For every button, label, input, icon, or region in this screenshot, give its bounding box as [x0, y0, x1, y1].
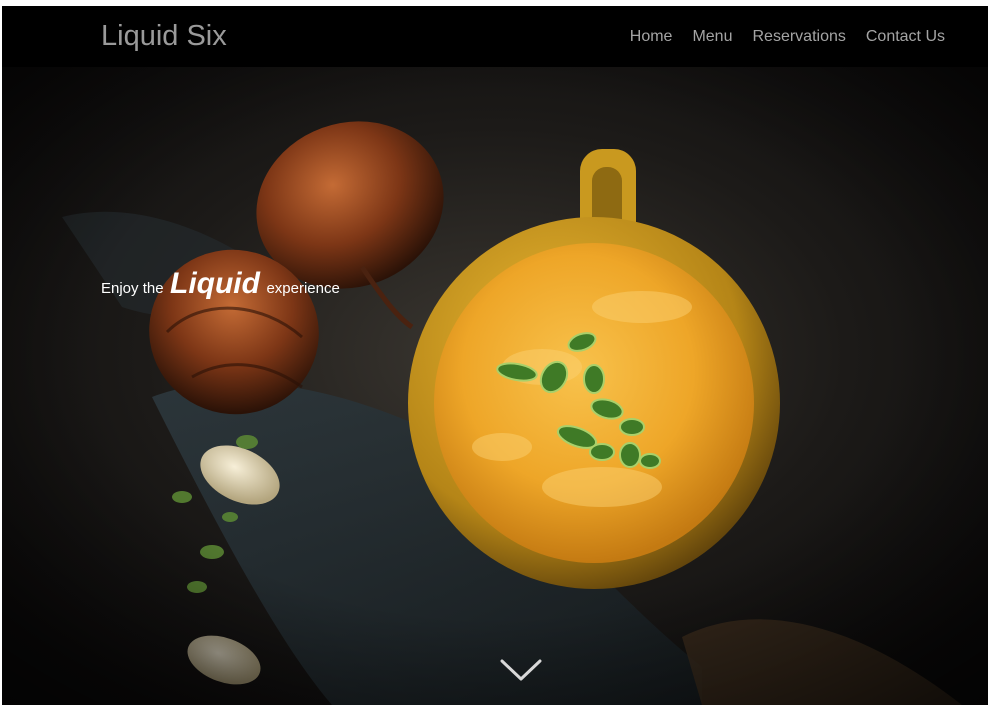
tagline-prefix: Enjoy the: [101, 280, 164, 297]
hero-tagline: Enjoy the Liquid experience: [101, 267, 340, 301]
top-navbar: Liquid Six Home Menu Reservations Contac…: [2, 6, 988, 67]
brand-logo-link[interactable]: Liquid Six: [101, 19, 227, 53]
hero-section: Enjoy the Liquid experience: [2, 67, 988, 705]
chevron-down-icon[interactable]: [499, 657, 543, 683]
hero-background-image: [2, 67, 988, 705]
tagline-emphasis: Liquid: [170, 267, 260, 300]
nav-links: Home Menu Reservations Contact Us: [630, 27, 945, 47]
tagline-suffix: experience: [266, 280, 340, 297]
nav-link-home[interactable]: Home: [630, 27, 673, 47]
nav-link-contact-us[interactable]: Contact Us: [866, 27, 945, 47]
nav-link-reservations[interactable]: Reservations: [752, 27, 845, 47]
page: Liquid Six Home Menu Reservations Contac…: [0, 0, 988, 705]
nav-link-menu[interactable]: Menu: [692, 27, 732, 47]
